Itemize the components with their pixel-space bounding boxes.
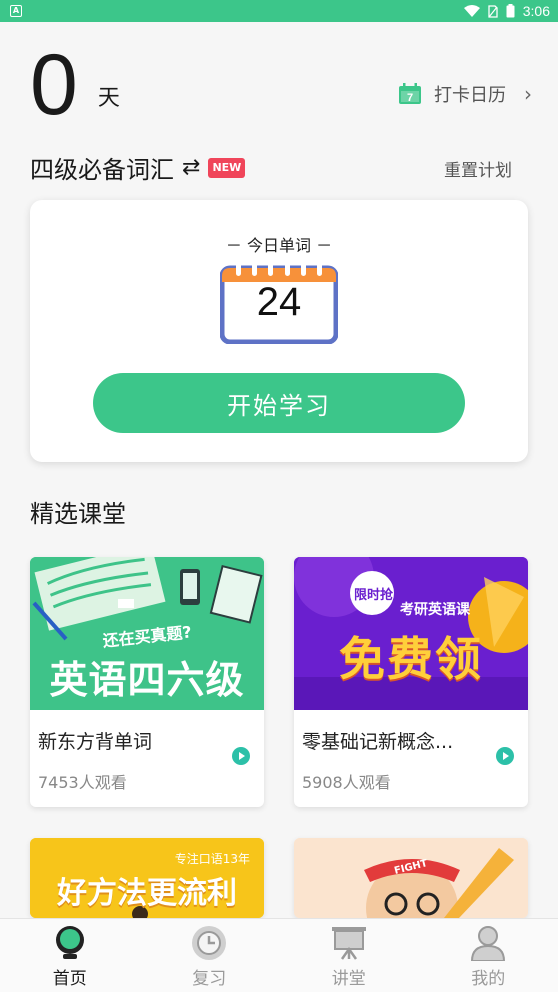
swap-icon: ⇄ <box>182 155 201 180</box>
today-word-count: 24 <box>256 280 302 324</box>
tab-review[interactable]: 复习 <box>140 919 280 992</box>
course-banner: 限时抢 考研英语课 免费领 <box>294 557 528 710</box>
course-banner-subtitle: 专注口语13年 <box>174 852 250 866</box>
course-banner-title: 英语四六级 <box>49 658 245 702</box>
course-banner-subtitle: 考研英语课 <box>400 602 470 618</box>
section-title-featured-courses: 精选课堂 <box>30 500 126 528</box>
easel-icon <box>331 927 366 960</box>
play-icon[interactable] <box>496 747 514 765</box>
calendar-icon: 7 <box>399 83 421 104</box>
new-badge: NEW <box>208 157 246 178</box>
course-title: 新东方背单词 <box>38 731 153 753</box>
status-time: 3:06 <box>522 3 550 19</box>
today-words-label: － 今日单词 － <box>225 236 333 255</box>
checkin-label: 打卡日历 <box>434 85 506 106</box>
course-title: 零基础记新概念... <box>302 731 454 753</box>
plan-title: 四级必备词汇 <box>30 156 174 184</box>
tab-home-label: 首页 <box>52 969 87 989</box>
tab-profile[interactable]: 我的 <box>419 919 558 992</box>
streak-days-number: 0 <box>30 37 78 133</box>
course-banner-art <box>294 838 528 918</box>
checkin-calendar-link[interactable]: 7 打卡日历 › <box>398 78 532 110</box>
tab-profile-label: 我的 <box>471 969 506 989</box>
tab-lecture-label: 讲堂 <box>331 969 366 989</box>
calendar-day-text: 7 <box>407 92 413 104</box>
wifi-icon <box>463 5 480 17</box>
tab-home[interactable]: 首页 <box>0 919 140 992</box>
course-card[interactable]: FIGHT <box>294 838 528 918</box>
streak-days-unit: 天 <box>97 86 120 111</box>
word-plan-selector[interactable]: 四级必备词汇 ⇄ NEW <box>30 150 246 185</box>
battery-icon <box>506 4 515 18</box>
course-views: 7453人观看 <box>38 773 127 792</box>
tab-review-label: 复习 <box>192 969 227 989</box>
course-card[interactable]: 限时抢 考研英语课 免费领 零基础记新概念... 5908人观看 <box>294 557 528 807</box>
course-banner: 专注口语13年 好方法更流利 <box>30 838 264 918</box>
course-banner: FIGHT <box>294 838 528 918</box>
person-icon <box>471 926 506 961</box>
course-banner-title: 好方法更流利 <box>57 876 237 911</box>
today-words-card: － 今日单词 － 24 开始学习 <box>30 200 528 462</box>
course-card[interactable]: 还在买真题? 英语四六级 新东方背单词 7453人观看 <box>30 557 264 807</box>
reset-plan-button[interactable]: 重置计划 <box>444 156 512 181</box>
chevron-right-icon: › <box>524 82 532 106</box>
tab-lecture[interactable]: 讲堂 <box>279 919 419 992</box>
course-views: 5908人观看 <box>302 773 391 792</box>
streak-counter: 0 天 <box>30 40 120 130</box>
home-bulb-icon <box>55 926 84 959</box>
clock-icon <box>192 926 227 960</box>
course-banner-title: 免费领 <box>339 632 483 686</box>
bottom-nav: 首页 复习 讲堂 我的 <box>0 918 558 992</box>
play-icon[interactable] <box>232 747 250 765</box>
no-sim-icon <box>488 4 498 18</box>
course-banner-badge: 限时抢 <box>354 588 394 603</box>
start-learning-button[interactable]: 开始学习 <box>93 373 465 433</box>
notification-icon: A <box>10 5 22 17</box>
course-card[interactable]: 专注口语13年 好方法更流利 <box>30 838 264 918</box>
course-banner: 还在买真题? 英语四六级 <box>30 557 264 710</box>
status-bar: A 3:06 <box>0 0 558 22</box>
